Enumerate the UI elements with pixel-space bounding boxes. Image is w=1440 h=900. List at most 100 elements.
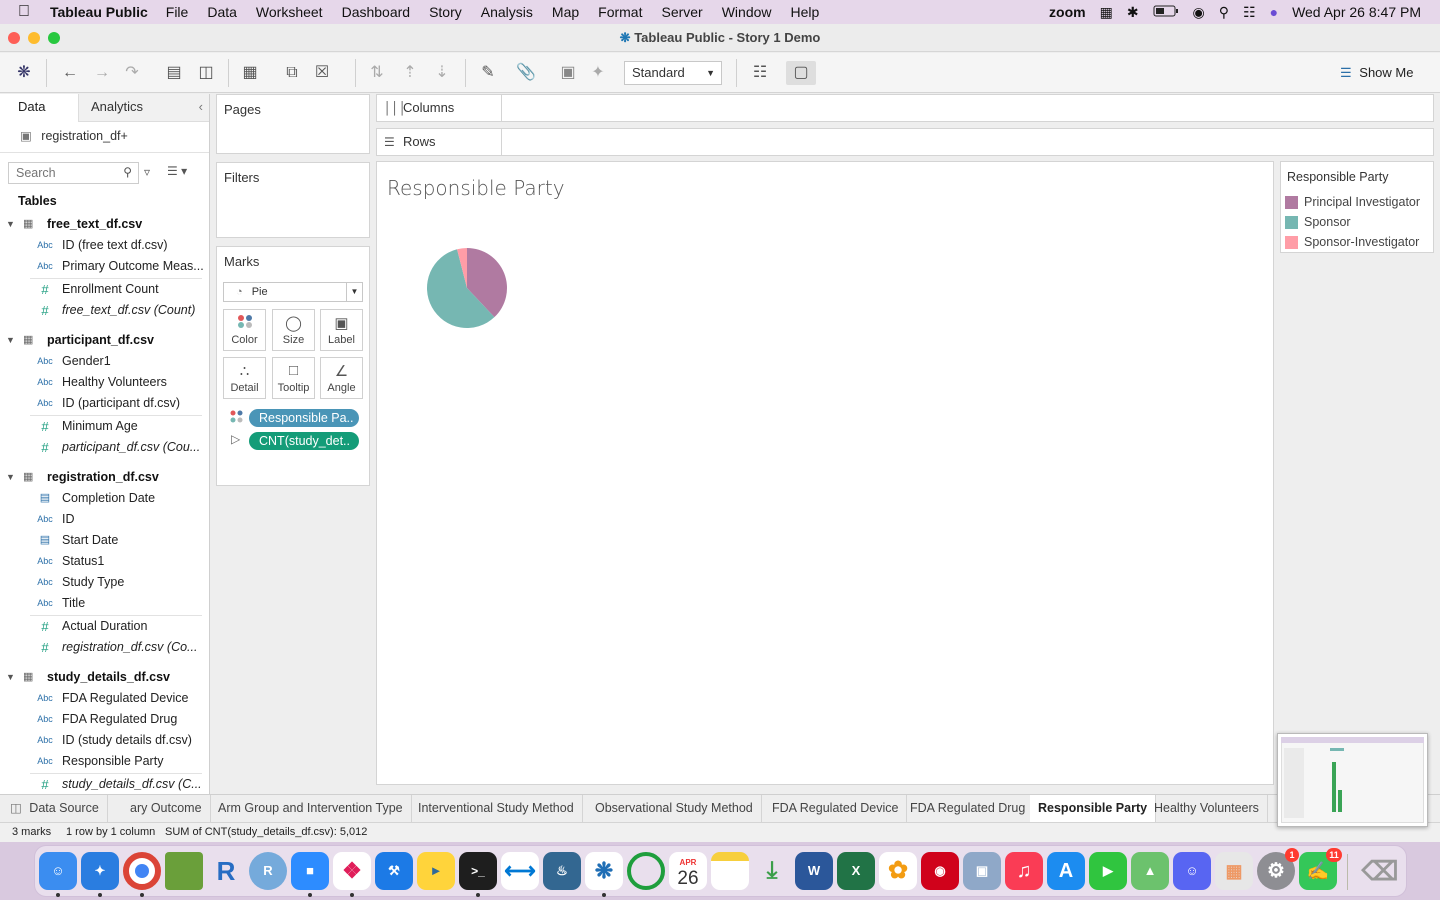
- safari-icon[interactable]: ✦: [81, 852, 119, 890]
- replay-icon[interactable]: ↷: [120, 61, 144, 85]
- pie-chart[interactable]: [417, 238, 517, 338]
- field-item[interactable]: # Minimum Age: [0, 416, 209, 437]
- spotlight-search-icon[interactable]: ⚲: [1219, 4, 1229, 21]
- messages-icon[interactable]: ✍ 11: [1299, 848, 1342, 890]
- battery-icon[interactable]: [1153, 4, 1179, 20]
- fit-dropdown[interactable]: Standard ▼: [624, 61, 722, 85]
- excel-icon[interactable]: X: [837, 852, 875, 890]
- sort-descending-icon[interactable]: ⇣: [430, 61, 454, 85]
- group-icon[interactable]: 📎: [514, 61, 538, 85]
- minimize-window-button[interactable]: [28, 32, 40, 44]
- extension-icon[interactable]: ▦: [1100, 4, 1113, 21]
- zoom-window-button[interactable]: [48, 32, 60, 44]
- tab-sheet[interactable]: Arm Group and Intervention Type: [210, 795, 412, 822]
- pages-card[interactable]: Pages: [216, 94, 370, 154]
- app-menu[interactable]: Tableau Public: [50, 4, 148, 20]
- tooltip-button[interactable]: □ Tooltip: [272, 357, 315, 399]
- field-item[interactable]: # study_details_df.csv (C...: [0, 774, 209, 794]
- menu-dashboard[interactable]: Dashboard: [342, 4, 411, 20]
- label-button[interactable]: ▣ Label: [320, 309, 363, 351]
- menu-data[interactable]: Data: [207, 4, 237, 20]
- new-datasource-icon[interactable]: ◫: [194, 61, 218, 85]
- close-window-button[interactable]: [8, 32, 20, 44]
- discord-icon[interactable]: ☺: [1173, 852, 1211, 890]
- slack-icon[interactable]: ❖: [333, 852, 371, 890]
- music-icon[interactable]: ♫: [1005, 852, 1043, 890]
- menu-format[interactable]: Format: [598, 4, 642, 20]
- sheet-thumbnail-preview[interactable]: [1277, 733, 1428, 827]
- field-item[interactable]: # Actual Duration: [0, 616, 209, 637]
- field-item[interactable]: Abc Title: [0, 593, 209, 614]
- tab-sheet[interactable]: FDA Regulated Device: [764, 795, 908, 822]
- chevron-down-icon[interactable]: ▼: [6, 329, 15, 351]
- sort-ascending-icon[interactable]: ⇡: [398, 61, 422, 85]
- field-item[interactable]: Abc Gender1: [0, 351, 209, 372]
- launchpad-icon[interactable]: ▦: [1215, 852, 1253, 890]
- terminal-icon[interactable]: >_: [459, 852, 497, 890]
- tab-data[interactable]: Data: [0, 94, 78, 122]
- tab-sheet[interactable]: ary Outcome: [122, 795, 211, 822]
- facetime-icon[interactable]: ▶: [1089, 852, 1127, 890]
- rows-shelf[interactable]: ☰ Rows: [376, 128, 1434, 156]
- calendar-icon[interactable]: APR 26: [669, 852, 707, 890]
- tab-sheet[interactable]: FDA Regulated Drug: [902, 795, 1035, 822]
- angle-pill[interactable]: CNT(study_det..: [249, 432, 359, 450]
- field-item[interactable]: Abc ID (study details df.csv): [0, 730, 209, 751]
- field-item[interactable]: Abc ID (free text df.csv): [0, 235, 209, 256]
- duplicate-sheet-icon[interactable]: ⧉: [280, 61, 304, 85]
- field-item[interactable]: Abc ID (participant df.csv): [0, 393, 209, 414]
- new-worksheet-icon[interactable]: ▦: [238, 61, 262, 85]
- field-item[interactable]: Abc FDA Regulated Drug: [0, 709, 209, 730]
- finder-icon[interactable]: ☺: [39, 852, 77, 890]
- system-settings-icon[interactable]: ⚙ 1: [1257, 848, 1299, 890]
- table-header[interactable]: ▼ ▦ study_details_df.csv: [0, 666, 209, 688]
- r-icon[interactable]: R: [207, 852, 245, 890]
- chrome-icon[interactable]: [123, 852, 161, 890]
- clear-sheet-icon[interactable]: ☒: [310, 61, 334, 85]
- bluetooth-icon[interactable]: ✱: [1127, 4, 1139, 21]
- chevron-down-icon[interactable]: ▼: [6, 666, 15, 688]
- columns-shelf[interactable]: │││ Columns: [376, 94, 1434, 122]
- field-item[interactable]: Abc FDA Regulated Device: [0, 688, 209, 709]
- tab-analytics[interactable]: Analytics ‹: [78, 94, 209, 122]
- tab-data-source[interactable]: ◫ Data Source: [0, 795, 108, 822]
- search-input[interactable]: [9, 163, 109, 183]
- field-item[interactable]: Abc Status1: [0, 551, 209, 572]
- pin-icon[interactable]: ✦: [586, 61, 610, 85]
- word-icon[interactable]: W: [795, 852, 833, 890]
- redo-icon[interactable]: →: [90, 61, 114, 85]
- field-item[interactable]: Abc Responsible Party: [0, 751, 209, 772]
- menu-server[interactable]: Server: [661, 4, 702, 20]
- field-item[interactable]: Abc Study Type: [0, 572, 209, 593]
- xcode-icon[interactable]: ⚒: [375, 852, 413, 890]
- show-me-button[interactable]: ☰ Show Me: [1340, 61, 1413, 85]
- chevron-down-icon[interactable]: ▼: [6, 213, 15, 235]
- apple-icon[interactable]: : [18, 3, 30, 21]
- field-item[interactable]: Abc Primary Outcome Meas...: [0, 256, 209, 277]
- field-item[interactable]: Abc ID: [0, 509, 209, 530]
- filter-icon[interactable]: ▿: [144, 165, 150, 179]
- zoom-app-icon[interactable]: ■: [291, 852, 329, 890]
- field-item[interactable]: # registration_df.csv (Co...: [0, 637, 209, 658]
- field-item[interactable]: # Enrollment Count: [0, 279, 209, 300]
- vscode-icon[interactable]: ⟷: [501, 852, 539, 890]
- photos-icon[interactable]: ✿: [879, 852, 917, 890]
- tab-sheet-active[interactable]: Responsible Party: [1030, 795, 1157, 822]
- siri-icon[interactable]: ●: [1270, 4, 1278, 20]
- wifi-icon[interactable]: ◉: [1193, 4, 1205, 21]
- size-button[interactable]: ◯ Size: [272, 309, 315, 351]
- chevron-down-icon[interactable]: ▼: [6, 466, 15, 488]
- installer-icon[interactable]: ⤓: [753, 852, 791, 890]
- filters-card[interactable]: Filters: [216, 162, 370, 238]
- view-options-icon[interactable]: ☰ ▾: [167, 164, 187, 178]
- tableau-dock-icon[interactable]: ❋: [585, 852, 623, 890]
- detail-button[interactable]: ∴ Detail: [223, 357, 266, 399]
- tab-sheet[interactable]: Healthy Volunteers: [1146, 795, 1268, 822]
- show-cards-icon[interactable]: ☷: [748, 61, 772, 85]
- collapse-pane-icon[interactable]: ‹: [199, 94, 203, 120]
- menu-file[interactable]: File: [166, 4, 189, 20]
- viz-canvas[interactable]: Responsible Party: [376, 161, 1274, 785]
- field-item[interactable]: # free_text_df.csv (Count): [0, 300, 209, 321]
- highlight-icon[interactable]: ✎: [476, 61, 500, 85]
- swap-icon[interactable]: ⇅: [365, 61, 389, 85]
